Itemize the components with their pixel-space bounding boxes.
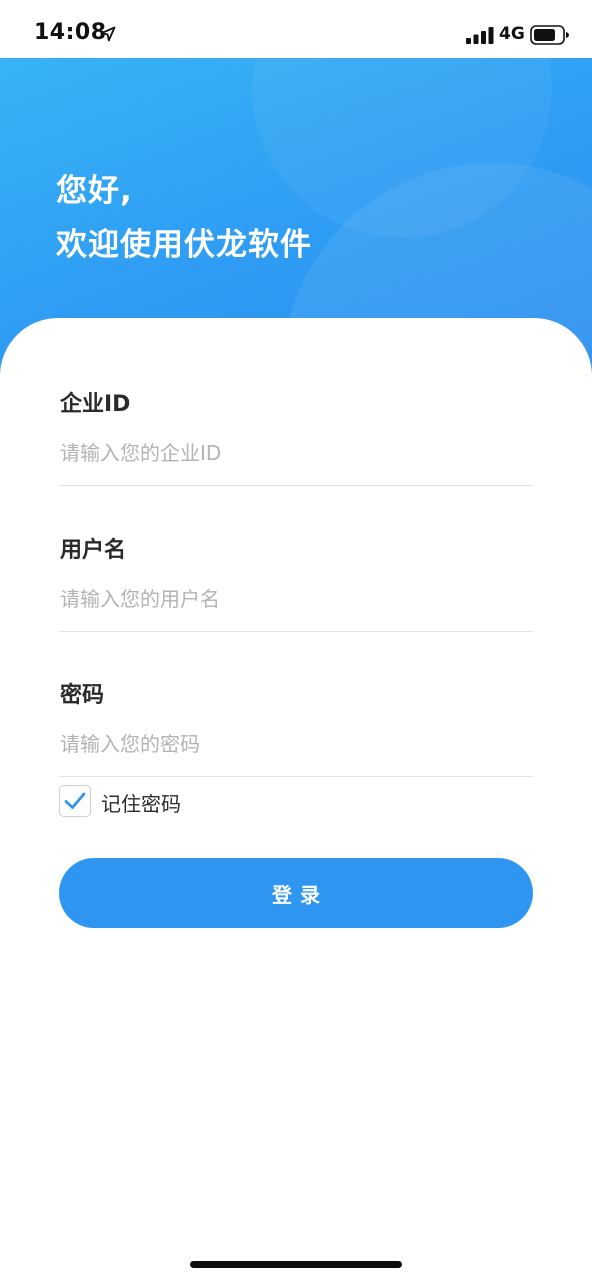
username-input[interactable] [59,582,534,616]
welcome-greeting: 您好, 欢迎使用伏龙软件 [56,164,312,272]
password-divider [59,776,533,777]
status-bar: 14:08 4G [0,0,592,58]
home-indicator[interactable] [190,1261,402,1268]
company-id-divider [59,485,533,486]
remember-password-checkbox[interactable] [59,785,91,817]
remember-password-toggle[interactable]: 记住密码 [59,784,259,820]
company-id-label: 企业ID [60,392,131,417]
greeting-hello: 您好, [56,173,133,209]
remember-password-label: 记住密码 [101,792,181,816]
password-input[interactable] [59,727,534,761]
login-screen: 14:08 4G 您好, 欢迎使用伏龙软件 企业ID 请输入您的企业ID 用户名… [0,0,592,1280]
login-button[interactable]: 登录 [59,858,533,928]
password-label: 密码 [60,683,105,708]
network-type-label: 4G [499,24,525,44]
location-arrow-icon [100,26,116,42]
company-id-input[interactable] [59,436,534,470]
greeting-welcome: 欢迎使用伏龙软件 [56,227,312,263]
checkmark-icon [64,792,86,809]
username-label: 用户名 [60,538,127,563]
cellular-signal-icon [466,27,494,44]
status-time: 14:08 [34,20,107,45]
username-divider [59,631,533,632]
battery-icon [530,25,569,45]
